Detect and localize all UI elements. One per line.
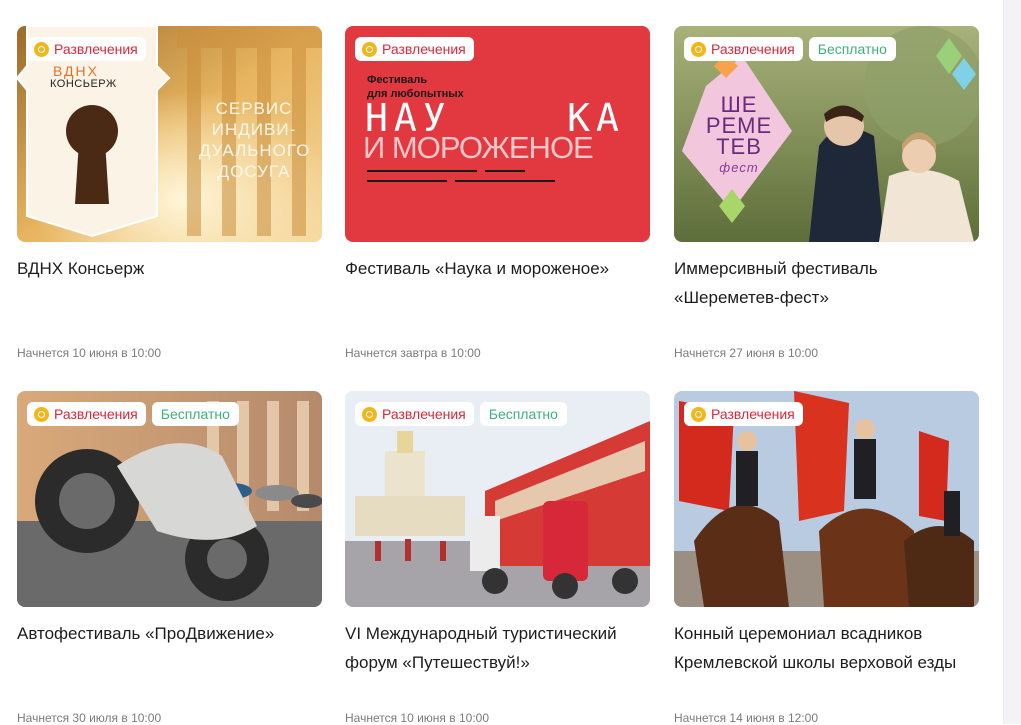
card-tags: Развлечения (355, 37, 474, 61)
event-title[interactable]: Конный церемониал всадников Кремлевской … (674, 619, 979, 707)
event-title[interactable]: Фестиваль «Наука и мороженое» (345, 254, 650, 342)
category-icon (34, 406, 49, 422)
card-tags: Развлечения Бесплатно (27, 402, 239, 426)
category-icon (362, 406, 377, 422)
tag-entertainment: Развлечения (355, 37, 474, 61)
event-date: Начнется завтра в 10:00 (345, 346, 481, 360)
event-title[interactable]: ВДНХ Консьерж (17, 254, 322, 342)
card-tags: Развлечения (27, 37, 146, 61)
card-tags: Развлечения (684, 402, 803, 426)
event-card[interactable]: Развлечения Конный церемониал всадников … (674, 391, 979, 725)
category-icon (34, 41, 49, 57)
category-icon (691, 406, 706, 422)
tag-free: Бесплатно (479, 402, 567, 426)
tag-free: Бесплатно (808, 37, 896, 61)
event-date: Начнется 30 июля в 10:00 (17, 711, 162, 725)
tag-entertainment: Развлечения (355, 402, 474, 426)
event-title[interactable]: Автофестиваль «ПроДвижение» (17, 619, 322, 707)
event-card[interactable]: ВДНХ КОНСЬЕРЖ СЕРВИС ИНДИВИ- ДУАЛЬНОГО Д… (17, 26, 322, 360)
event-card[interactable]: ШЕ РЕМЕ ТЕВ фест Развлечения Бесплатно И… (674, 26, 979, 360)
events-grid: ВДНХ КОНСЬЕРЖ СЕРВИС ИНДИВИ- ДУАЛЬНОГО Д… (0, 0, 1000, 725)
event-image[interactable]: ШЕ РЕМЕ ТЕВ фест Развлечения Бесплатно (674, 26, 979, 242)
event-date: Начнется 27 июня в 10:00 (674, 346, 819, 360)
image-logo-line2: КОНСЬЕРЖ (50, 78, 117, 90)
event-image[interactable]: Фестиваль для любопытных НАУ КА И МОРОЖЕ… (345, 26, 650, 242)
event-image[interactable]: Развлечения Бесплатно (345, 391, 650, 607)
scrollbar-track[interactable] (1003, 0, 1021, 724)
festival-logo: ШЕ РЕМЕ ТЕВ фест (705, 92, 773, 176)
tag-entertainment: Развлечения (684, 37, 803, 61)
image-big2: И МОРОЖЕНОЕ (363, 130, 594, 165)
dots-decoration (367, 170, 555, 182)
event-title[interactable]: Иммерсивный фестиваль «Шереметев-фест» (674, 254, 979, 342)
tag-entertainment: Развлечения (27, 402, 146, 426)
image-line1: Фестиваль (367, 74, 428, 86)
card-tags: Развлечения Бесплатно (684, 37, 896, 61)
event-date: Начнется 14 июня в 12:00 (674, 711, 819, 725)
event-date: Начнется 10 июня в 10:00 (17, 346, 162, 360)
category-icon (691, 41, 706, 57)
event-card[interactable]: Фестиваль для любопытных НАУ КА И МОРОЖЕ… (345, 26, 650, 360)
image-slogan: СЕРВИС ИНДИВИ- ДУАЛЬНОГО ДОСУГА (199, 99, 311, 181)
tag-entertainment: Развлечения (684, 402, 803, 426)
event-image[interactable]: Развлечения Бесплатно (17, 391, 322, 607)
category-icon (362, 41, 377, 57)
tag-entertainment: Развлечения (27, 37, 146, 61)
event-image[interactable]: Развлечения (674, 391, 979, 607)
image-logo-line1: ВДНХ (53, 63, 99, 79)
event-card[interactable]: Развлечения Бесплатно VI Международный т… (345, 391, 650, 725)
event-date: Начнется 10 июня в 10:00 (345, 711, 490, 725)
tag-free: Бесплатно (151, 402, 239, 426)
event-image[interactable]: ВДНХ КОНСЬЕРЖ СЕРВИС ИНДИВИ- ДУАЛЬНОГО Д… (17, 26, 322, 242)
event-title[interactable]: VI Международный туристический форум «Пу… (345, 619, 650, 707)
card-tags: Развлечения Бесплатно (355, 402, 567, 426)
event-card[interactable]: Развлечения Бесплатно Автофестиваль «Про… (17, 391, 322, 725)
